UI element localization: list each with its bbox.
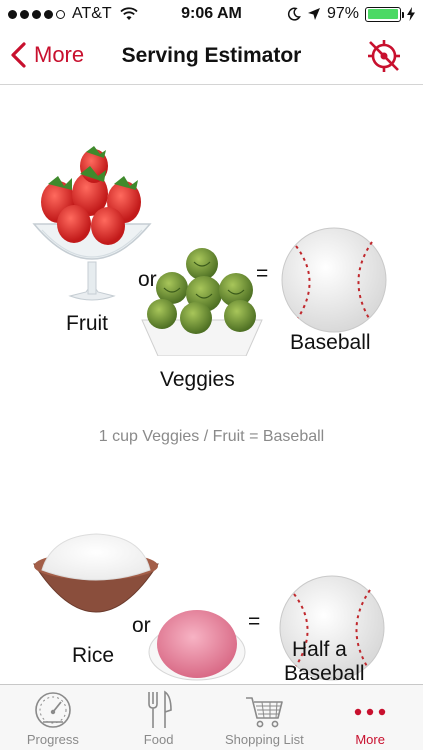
tab-more[interactable]: More [317, 685, 423, 750]
location-arrow-icon [307, 8, 320, 20]
moon-icon [287, 7, 301, 21]
ice-cream-bowl-image [148, 610, 246, 681]
baseball-image [281, 227, 387, 333]
battery-percent: 97% [326, 5, 359, 22]
fork-knife-icon [147, 690, 172, 728]
gauge-icon [35, 692, 71, 728]
serving-estimator-content: Fruit or = Veggies Baseball 1 cup Veggie… [0, 86, 423, 684]
charging-bolt-icon [407, 7, 415, 21]
half-a-label: Half a [292, 638, 347, 661]
tab-label: Progress [26, 732, 79, 747]
tab-shopping-list[interactable]: Shopping List [212, 685, 318, 750]
baseball-label: Baseball [284, 662, 365, 684]
tab-label: More [355, 732, 385, 747]
baseball-label: Baseball [290, 331, 371, 354]
brussels-sprouts-bowl-image [141, 248, 263, 356]
tab-progress[interactable]: Progress [0, 685, 106, 750]
tab-food[interactable]: Food [106, 685, 212, 750]
tab-label: Food [143, 732, 174, 747]
veggies-label: Veggies [160, 368, 235, 391]
battery-icon [365, 6, 404, 22]
tab-bar: Progress Food Shopping List More [0, 684, 423, 750]
strawberry-bowl-image [32, 146, 152, 301]
battery-fill [367, 9, 398, 19]
equals-label: = [256, 262, 269, 285]
fruit-label: Fruit [66, 312, 108, 335]
tab-label: Shopping List [224, 732, 304, 747]
equals-label: = [248, 610, 261, 633]
or-label: or [132, 614, 151, 637]
serving-caption: 1 cup Veggies / Fruit = Baseball [98, 428, 325, 445]
more-dots-icon [354, 708, 386, 716]
compass-off-icon[interactable] [365, 37, 403, 75]
nav-bar: More Serving Estimator [0, 28, 423, 85]
status-bar: AT&T 9:06 AM 97% [0, 0, 423, 28]
cart-icon [246, 697, 284, 728]
or-label: or [138, 268, 157, 291]
rice-label: Rice [72, 644, 115, 667]
page-title: Serving Estimator [121, 44, 302, 67]
status-right: 97% [287, 5, 415, 23]
